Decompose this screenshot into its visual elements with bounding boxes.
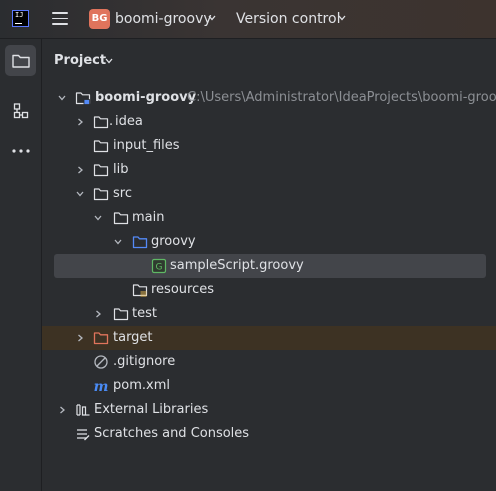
svg-text:m: m [94, 379, 109, 394]
tree-label: .gitignore [113, 354, 176, 369]
folder-icon [93, 164, 109, 177]
tree-row-root[interactable]: boomi-groovy C:\Users\Administrator\Idea… [42, 86, 496, 110]
chevron-down-icon[interactable] [207, 13, 217, 23]
main-menu-button[interactable] [52, 12, 68, 26]
project-panel: Project boomi-groovy C:\Users\Administra… [42, 39, 496, 491]
tree-label: target [113, 330, 153, 345]
module-folder-icon [75, 92, 91, 105]
chevron-right-icon[interactable] [75, 165, 85, 175]
tree-label: External Libraries [94, 402, 209, 417]
chevron-down-icon[interactable] [104, 56, 114, 66]
tree-label: test [132, 306, 157, 321]
ignore-file-icon [94, 355, 108, 369]
tree-row-groovy[interactable]: groovy [42, 230, 496, 254]
svg-text:G: G [156, 263, 163, 273]
tree-row-sample-script[interactable]: G sampleScript.groovy [54, 254, 486, 278]
chevron-down-icon[interactable] [57, 93, 67, 103]
maven-icon: m [94, 379, 109, 394]
tree-label: main [132, 210, 165, 225]
tree-label: idea [115, 114, 143, 129]
tree-label: sampleScript.groovy [170, 258, 304, 273]
tree-row-test[interactable]: test [42, 302, 496, 326]
tree-label: input_files [113, 138, 180, 153]
scratches-icon [77, 429, 90, 441]
project-badge[interactable]: BG [89, 9, 110, 29]
structure-tool-button[interactable] [5, 95, 36, 126]
tree-row-external-libraries[interactable]: External Libraries [42, 398, 496, 422]
tree-row-main[interactable]: main [42, 206, 496, 230]
more-tools-button[interactable] [5, 135, 36, 166]
chevron-down-icon[interactable] [75, 189, 85, 199]
tree-row-gitignore[interactable]: .gitignore [42, 350, 496, 374]
folder-icon [113, 212, 129, 225]
tree-row-pom[interactable]: m pom.xml [42, 374, 496, 398]
folder-icon [113, 308, 129, 321]
tree-row-resources[interactable]: resources [42, 278, 496, 302]
chevron-down-icon[interactable] [337, 13, 347, 23]
project-path: C:\Users\Administrator\IdeaProjects\boom… [187, 90, 496, 105]
tree-label: resources [151, 282, 215, 297]
tree-row-src[interactable]: src [42, 182, 496, 206]
chevron-down-icon[interactable] [93, 213, 103, 223]
groovy-file-icon: G [151, 258, 167, 274]
tree-row-target[interactable]: target [42, 326, 496, 350]
chevron-right-icon[interactable] [57, 405, 67, 415]
project-selector[interactable]: boomi-groovy [115, 11, 212, 27]
intellij-logo-icon[interactable]: IJ [12, 10, 29, 27]
project-tool-button[interactable] [5, 45, 36, 76]
title-bar: IJ BG boomi-groovy Version control [0, 0, 496, 39]
tree-row-idea[interactable]: . idea [42, 110, 496, 134]
tree-label: src [113, 186, 132, 201]
tree-row-input-files[interactable]: input_files [42, 134, 496, 158]
folder-icon [93, 140, 109, 153]
resources-folder-icon [132, 284, 148, 297]
folder-icon [93, 116, 109, 129]
chevron-right-icon[interactable] [75, 333, 85, 343]
tree-label: Scratches and Consoles [94, 426, 250, 441]
chevron-down-icon[interactable] [113, 237, 123, 247]
structure-icon [13, 102, 28, 118]
chevron-right-icon[interactable] [75, 117, 85, 127]
version-control-menu[interactable]: Version control [236, 11, 340, 27]
folder-icon [11, 54, 30, 68]
chevron-right-icon[interactable] [93, 309, 103, 319]
panel-title[interactable]: Project [54, 53, 106, 68]
folder-icon [93, 188, 109, 201]
tree-label: boomi-groovy [95, 90, 197, 105]
excluded-folder-icon [93, 332, 109, 345]
library-icon [76, 404, 90, 416]
source-folder-icon [132, 236, 148, 249]
tree-label: lib [113, 162, 129, 177]
tree-label: groovy [151, 234, 196, 249]
tree-label: pom.xml [113, 378, 170, 393]
more-dots-icon [11, 148, 30, 153]
tool-window-stripe [0, 39, 42, 491]
tree-row-lib[interactable]: lib [42, 158, 496, 182]
tree-row-scratches[interactable]: Scratches and Consoles [42, 422, 496, 446]
